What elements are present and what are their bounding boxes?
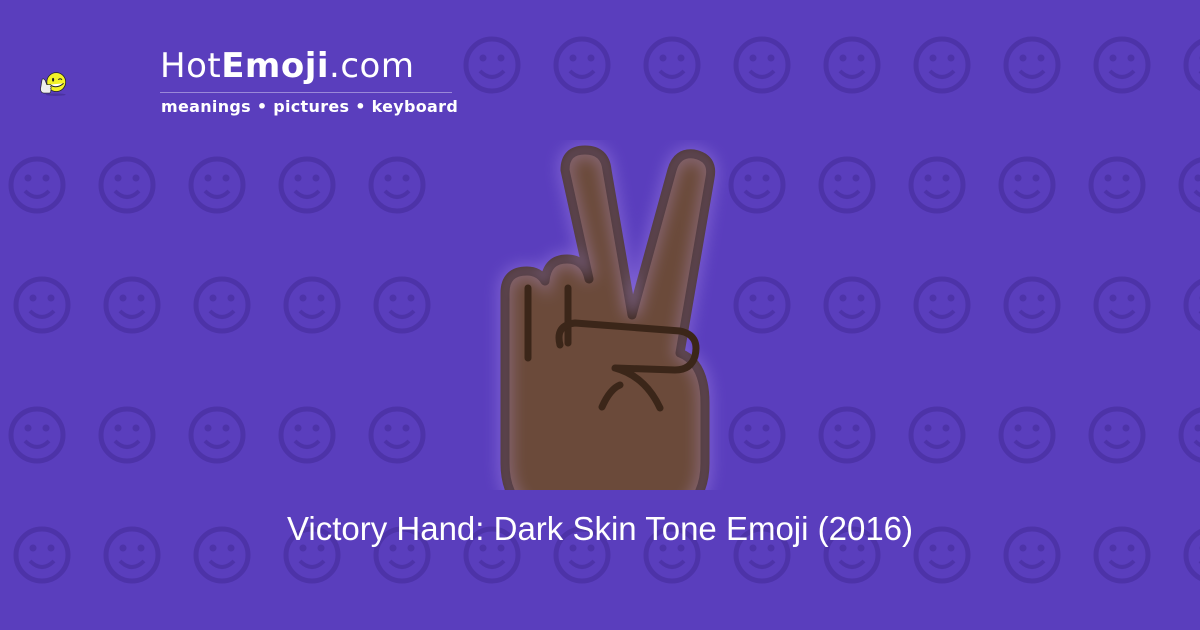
background-emoji-face-icon [1093, 36, 1151, 94]
background-emoji-face-icon [553, 36, 611, 94]
background-emoji-face-icon [373, 276, 431, 334]
background-emoji-face-icon [1183, 279, 1200, 331]
background-emoji-face-icon [463, 36, 521, 94]
background-emoji-face-icon [913, 276, 971, 334]
background-emoji-face-icon [908, 406, 966, 464]
background-emoji-face-icon [823, 36, 881, 94]
background-emoji-face-icon [643, 36, 701, 94]
background-emoji-face-icon [998, 406, 1056, 464]
site-name-prefix: Hot [160, 46, 222, 86]
background-emoji-face-icon [908, 156, 966, 214]
background-emoji-face-icon [728, 156, 786, 214]
background-emoji-face-icon [998, 156, 1056, 214]
background-emoji-face-icon [1088, 156, 1146, 214]
background-emoji-face-icon [728, 406, 786, 464]
site-name: HotEmoji.com [160, 46, 414, 86]
background-emoji-face-icon [1003, 276, 1061, 334]
background-emoji-face-icon [188, 406, 246, 464]
background-emoji-face-icon [368, 406, 426, 464]
background-emoji-face-icon [818, 156, 876, 214]
background-emoji-face-icon [818, 406, 876, 464]
background-emoji-face-icon [8, 156, 66, 214]
background-emoji-face-icon [733, 276, 791, 334]
victory-hand-dark-skin-tone-icon [500, 144, 716, 490]
background-emoji-face-icon [98, 156, 156, 214]
background-emoji-face-icon [1178, 407, 1200, 463]
site-name-suffix: .com [329, 46, 415, 86]
background-emoji-face-icon [1088, 406, 1146, 464]
background-emoji-face-icon [188, 156, 246, 214]
background-emoji-face-icon [193, 276, 251, 334]
background-emoji-face-icon [278, 156, 336, 214]
background-emoji-face-icon [103, 276, 161, 334]
background-emoji-face-icon [278, 406, 336, 464]
emoji-title: Victory Hand: Dark Skin Tone Emoji (2016… [286, 510, 914, 547]
background-emoji-face-icon [1003, 36, 1061, 94]
background-emoji-face-icon [98, 406, 156, 464]
background-emoji-face-icon [1183, 39, 1200, 91]
background-emoji-face-icon [913, 36, 971, 94]
background-emoji-face-icon [13, 276, 71, 334]
background-emoji-face-icon [368, 156, 426, 214]
logo-divider [160, 92, 452, 93]
background-emoji-face-icon [1178, 157, 1200, 213]
background-emoji-face-icon [733, 36, 791, 94]
background-emoji-face-icon [823, 276, 881, 334]
background-emoji-face-icon [283, 276, 341, 334]
background-emoji-face-icon [8, 406, 66, 464]
thumbs-up-wink-icon [40, 72, 67, 96]
site-tagline: meanings • pictures • keyboard [161, 97, 459, 116]
site-name-bold: Emoji [221, 46, 330, 86]
background-emoji-face-icon [1093, 276, 1151, 334]
